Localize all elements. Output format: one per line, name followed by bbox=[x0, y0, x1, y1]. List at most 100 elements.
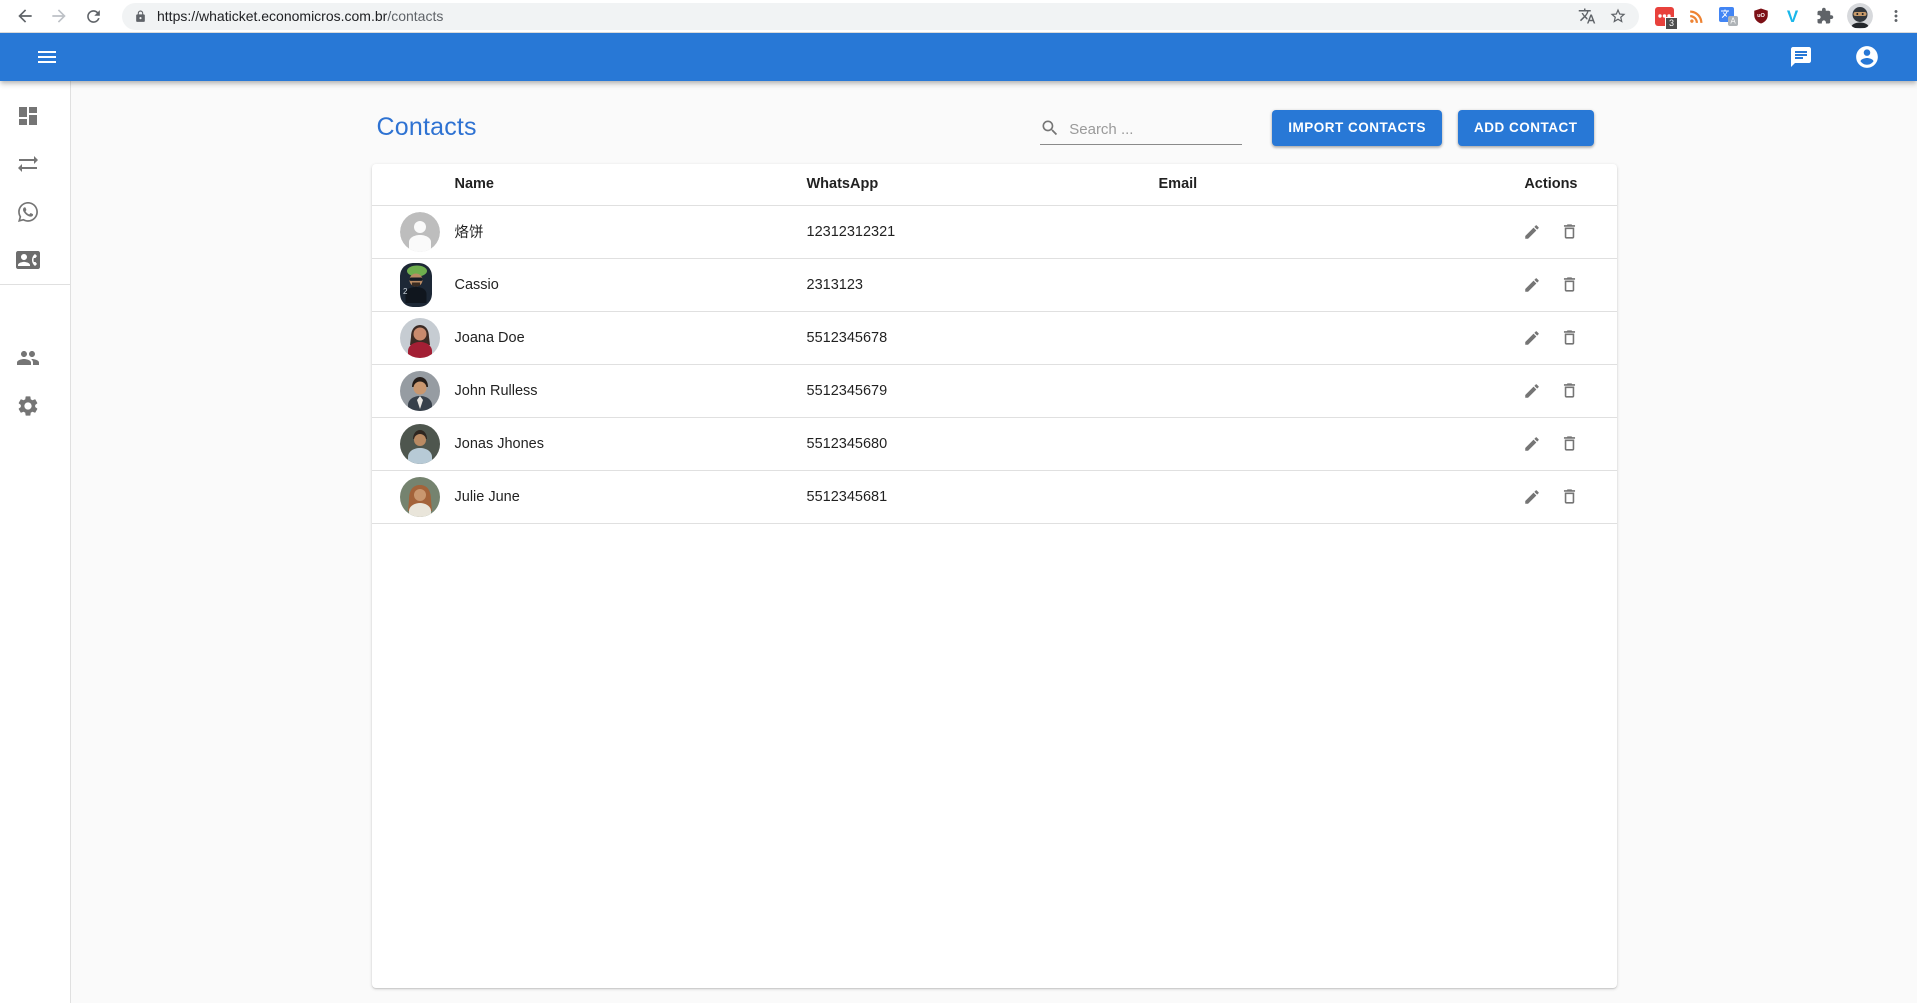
bookmark-star-button[interactable] bbox=[1608, 7, 1627, 26]
edit-contact-button[interactable] bbox=[1520, 379, 1544, 403]
contact-whatsapp: 2313123 bbox=[807, 258, 1159, 311]
trash-icon bbox=[1560, 275, 1579, 294]
contact-email bbox=[1159, 258, 1511, 311]
edit-contact-button[interactable] bbox=[1520, 485, 1544, 509]
column-header-name: Name bbox=[440, 164, 807, 205]
delete-contact-button[interactable] bbox=[1557, 431, 1582, 456]
contact-whatsapp: 5512345681 bbox=[807, 470, 1159, 523]
edit-contact-button[interactable] bbox=[1520, 273, 1544, 297]
contact-name: Julie June bbox=[440, 470, 807, 523]
edit-contact-button[interactable] bbox=[1520, 432, 1544, 456]
extensions-area: 3 A uO V bbox=[1651, 3, 1909, 29]
browser-reload-button[interactable] bbox=[79, 2, 107, 30]
whatsapp-icon bbox=[16, 200, 40, 224]
search-icon bbox=[1040, 118, 1060, 138]
extensions-puzzle-button[interactable] bbox=[1815, 7, 1834, 26]
table-row: Julie June 5512345681 bbox=[372, 470, 1617, 523]
search-field bbox=[1040, 111, 1242, 145]
messages-button[interactable] bbox=[1781, 37, 1821, 77]
browser-menu-button[interactable] bbox=[1886, 7, 1905, 26]
address-bar[interactable]: https://whaticket.economicros.com.br/con… bbox=[122, 3, 1639, 30]
app-bar bbox=[0, 33, 1917, 81]
trash-icon bbox=[1560, 434, 1579, 453]
add-contact-button[interactable]: ADD CONTACT bbox=[1458, 110, 1594, 146]
table-row: John Rulless 5512345679 bbox=[372, 364, 1617, 417]
hamburger-menu-button[interactable] bbox=[23, 33, 71, 81]
vimeo-icon: V bbox=[1787, 8, 1798, 25]
reload-icon bbox=[84, 7, 103, 26]
contact-email bbox=[1159, 364, 1511, 417]
contact-email bbox=[1159, 417, 1511, 470]
browser-profile-avatar[interactable] bbox=[1847, 3, 1873, 29]
adblocker-extension-button[interactable]: 3 bbox=[1655, 7, 1674, 26]
table-row: 烙饼 12312312321 bbox=[372, 205, 1617, 258]
url-path: /contacts bbox=[387, 8, 443, 24]
svg-text:A: A bbox=[1730, 16, 1736, 25]
translate-page-button[interactable] bbox=[1577, 7, 1596, 26]
edit-pencil-icon bbox=[1523, 329, 1541, 347]
main-content: Contacts IMPORT CONTACTS ADD CONTACT bbox=[71, 81, 1917, 1003]
delete-contact-button[interactable] bbox=[1557, 272, 1582, 297]
contact-whatsapp: 12312312321 bbox=[807, 205, 1159, 258]
edit-pencil-icon bbox=[1523, 488, 1541, 506]
account-menu-button[interactable] bbox=[1847, 37, 1887, 77]
contact-email bbox=[1159, 311, 1511, 364]
delete-contact-button[interactable] bbox=[1557, 219, 1582, 244]
column-header-email: Email bbox=[1159, 164, 1511, 205]
kebab-menu-icon bbox=[1887, 7, 1905, 25]
sidebar-divider bbox=[0, 284, 70, 285]
contact-name: Jonas Jhones bbox=[440, 417, 807, 470]
avatar bbox=[400, 212, 440, 252]
contact-whatsapp: 5512345679 bbox=[807, 364, 1159, 417]
table-row: Jonas Jhones 5512345680 bbox=[372, 417, 1617, 470]
edit-pencil-icon bbox=[1523, 382, 1541, 400]
delete-contact-button[interactable] bbox=[1557, 484, 1582, 509]
edit-contact-button[interactable] bbox=[1520, 220, 1544, 244]
edit-pencil-icon bbox=[1523, 276, 1541, 294]
edit-contact-button[interactable] bbox=[1520, 326, 1544, 350]
chat-icon bbox=[1789, 45, 1813, 69]
ublock-extension-button[interactable]: uO bbox=[1751, 7, 1770, 26]
import-contacts-button[interactable]: IMPORT CONTACTS bbox=[1272, 110, 1442, 146]
contact-email bbox=[1159, 470, 1511, 523]
delete-contact-button[interactable] bbox=[1557, 378, 1582, 403]
contact-name: Cassio bbox=[440, 258, 807, 311]
page-title: Contacts bbox=[377, 113, 477, 142]
avatar bbox=[400, 318, 440, 358]
puzzle-icon bbox=[1816, 7, 1834, 25]
contact-email bbox=[1159, 205, 1511, 258]
hamburger-icon bbox=[35, 45, 59, 69]
contact-phone-icon bbox=[16, 248, 40, 272]
svg-text:2: 2 bbox=[403, 287, 408, 296]
contacts-table: Name WhatsApp Email Actions 烙饼 123 bbox=[372, 164, 1617, 524]
avatar: 2 bbox=[400, 263, 432, 307]
extension-badge: 3 bbox=[1665, 17, 1678, 30]
sidebar-item-users[interactable] bbox=[0, 334, 70, 382]
sidebar-item-tickets[interactable] bbox=[0, 188, 70, 236]
table-header-row: Name WhatsApp Email Actions bbox=[372, 164, 1617, 205]
browser-forward-button[interactable] bbox=[45, 2, 73, 30]
contact-name: Joana Doe bbox=[440, 311, 807, 364]
star-icon bbox=[1609, 7, 1627, 25]
gear-icon bbox=[16, 394, 40, 418]
lock-icon bbox=[134, 10, 147, 23]
vimeo-extension-button[interactable]: V bbox=[1783, 7, 1802, 26]
sidebar-item-settings[interactable] bbox=[0, 382, 70, 430]
delete-contact-button[interactable] bbox=[1557, 325, 1582, 350]
browser-back-button[interactable] bbox=[11, 2, 39, 30]
trash-icon bbox=[1560, 487, 1579, 506]
translate-extension-button[interactable]: A bbox=[1719, 7, 1738, 26]
trash-icon bbox=[1560, 222, 1579, 241]
search-input[interactable] bbox=[1069, 121, 1219, 138]
contact-whatsapp: 5512345680 bbox=[807, 417, 1159, 470]
sidebar-item-connections[interactable] bbox=[0, 140, 70, 188]
sidebar-item-dashboard[interactable] bbox=[0, 92, 70, 140]
translate-icon bbox=[1578, 7, 1596, 25]
edit-pencil-icon bbox=[1523, 435, 1541, 453]
edit-pencil-icon bbox=[1523, 223, 1541, 241]
sidebar-item-contacts[interactable] bbox=[0, 236, 70, 284]
rss-extension-button[interactable] bbox=[1687, 7, 1706, 26]
account-circle-icon bbox=[1854, 44, 1880, 70]
contact-name: 烙饼 bbox=[440, 205, 807, 258]
rss-icon bbox=[1687, 7, 1706, 26]
